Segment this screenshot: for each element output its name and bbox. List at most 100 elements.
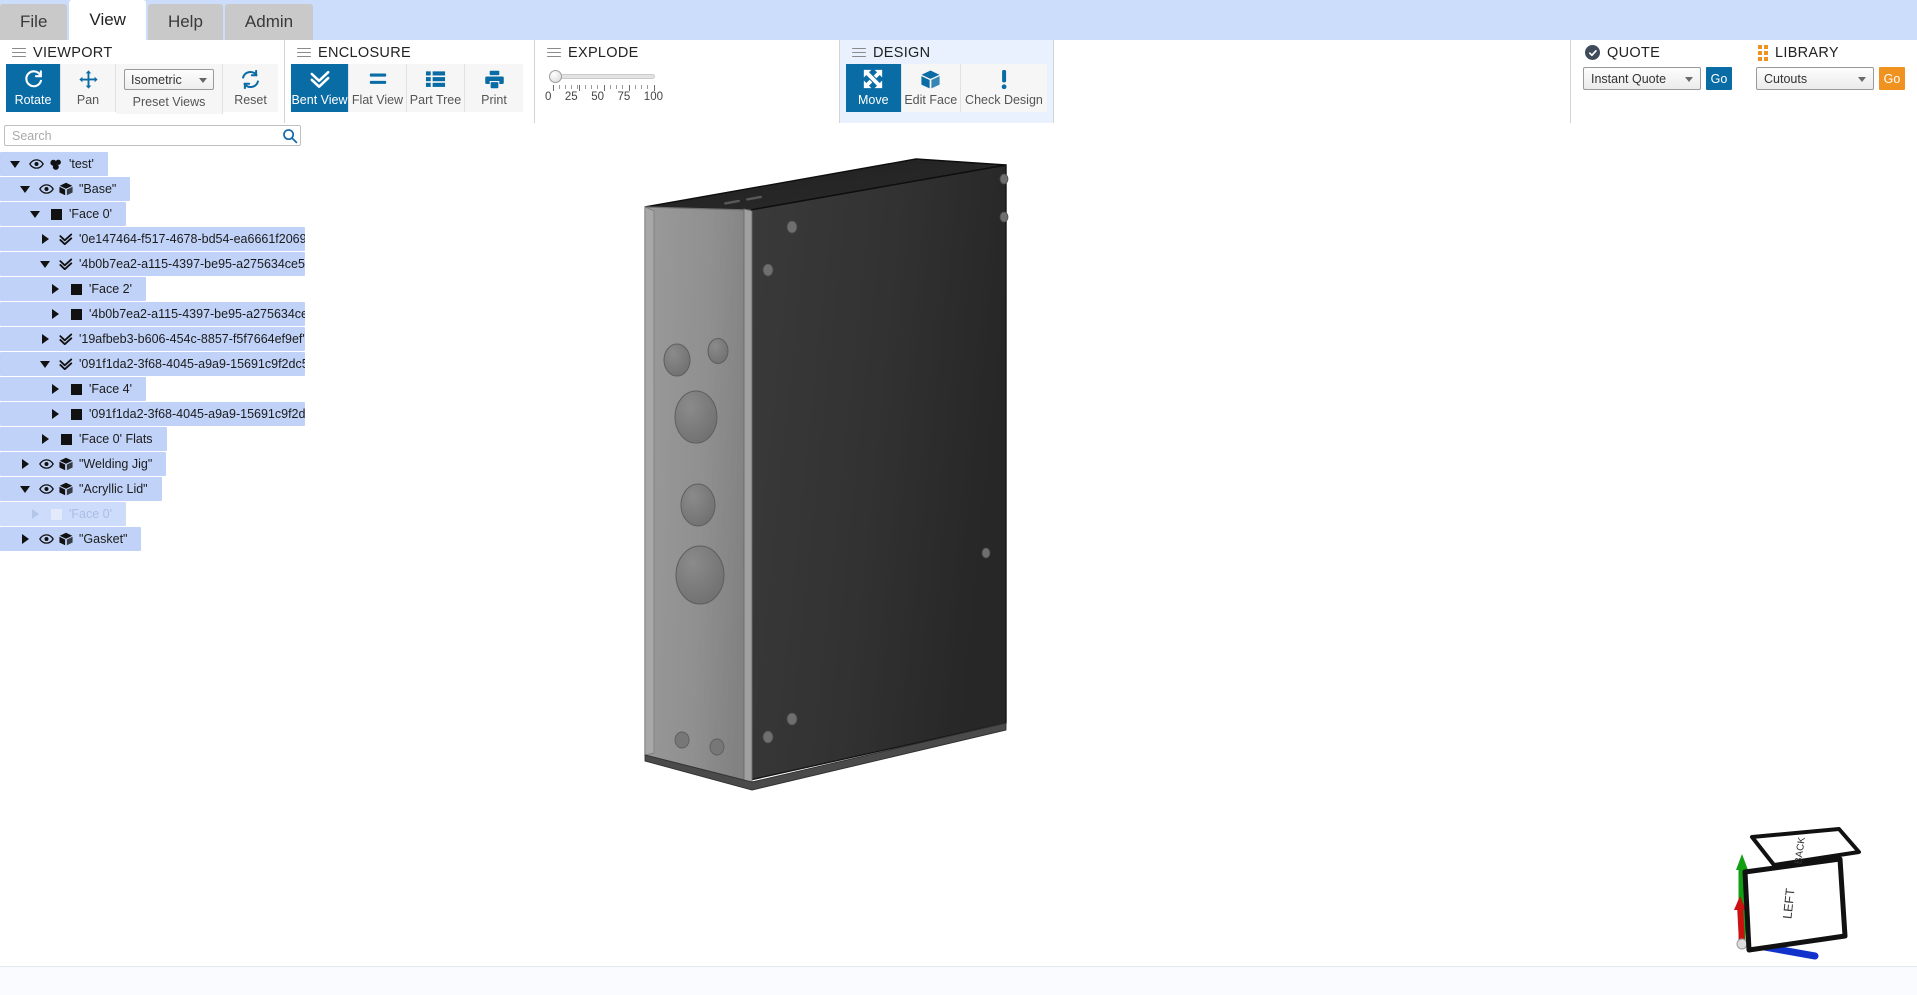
part-icon (56, 532, 76, 546)
search-icon[interactable] (280, 126, 299, 145)
library-go-button[interactable]: Go (1879, 67, 1905, 90)
flat-view-label: Flat View (352, 93, 403, 107)
tree-twisty-collapsed[interactable] (48, 402, 62, 426)
quote-type-select[interactable]: Instant Quote (1583, 67, 1701, 90)
part-tree-button[interactable]: Part Tree (407, 64, 465, 112)
menu-tab-help[interactable]: Help (148, 4, 223, 40)
tree-item-content: "Base" (36, 182, 116, 196)
tree-item[interactable]: 'Face 4' (0, 377, 146, 401)
assembly-icon (46, 158, 66, 171)
tree-item-content: 'test' (26, 157, 94, 171)
edit-face-button[interactable]: Edit Face (902, 64, 961, 112)
tree-twisty-collapsed[interactable] (38, 427, 52, 451)
face-square-icon (51, 209, 62, 220)
explode-slider-labels: 0 25 50 75 100 (545, 91, 663, 103)
view-cube[interactable]: BACK LEFT (1727, 810, 1877, 960)
eye-icon[interactable] (36, 183, 56, 195)
hamburger-icon[interactable] (547, 45, 561, 59)
hamburger-icon[interactable] (297, 45, 311, 59)
tree-item[interactable]: 'Face 2' (0, 277, 146, 301)
reset-button[interactable]: Reset (223, 64, 278, 112)
quote-go-button[interactable]: Go (1706, 67, 1732, 90)
tree-twisty-collapsed[interactable] (28, 502, 42, 526)
rotate-button[interactable]: Rotate (6, 64, 61, 112)
bent-view-button[interactable]: Bent View (291, 64, 349, 112)
tree-twisty-expanded[interactable] (38, 252, 52, 276)
tree-twisty-expanded[interactable] (28, 202, 42, 226)
grid-list-icon (425, 68, 446, 90)
explode-slider-track[interactable] (553, 74, 655, 79)
face-square-icon (66, 409, 86, 420)
tree-twisty-expanded[interactable] (8, 152, 22, 176)
y-axis-arrow (1736, 854, 1748, 870)
tree-item[interactable]: "Welding Jig" (0, 452, 166, 476)
explode-slider[interactable] (549, 68, 659, 84)
tree-twisty-collapsed[interactable] (38, 227, 52, 251)
preset-views-value: Isometric (125, 73, 182, 87)
tree-twisty-expanded[interactable] (18, 177, 32, 201)
chevron-right-icon (52, 284, 59, 294)
chevron-down-icon (40, 261, 50, 268)
tree-twisty-collapsed[interactable] (48, 377, 62, 401)
eye-icon[interactable] (36, 458, 56, 470)
tree-item-content: 'Face 0' (46, 507, 112, 521)
quote-panel-title: QUOTE (1583, 40, 1732, 64)
menu-tab-admin[interactable]: Admin (225, 4, 313, 40)
tree-item[interactable]: '19afbeb3-b606-454c-8857-f5f7664ef9ef' (0, 327, 305, 351)
menu-tab-view[interactable]: View (69, 0, 146, 40)
tree-item[interactable]: "Gasket" (0, 527, 141, 551)
eye-icon[interactable] (36, 533, 56, 545)
eye-icon[interactable] (26, 158, 46, 170)
hamburger-icon[interactable] (12, 45, 26, 59)
tree-item[interactable]: 'test' (0, 152, 108, 176)
face-square-icon (71, 284, 82, 295)
tree-item-label: '19afbeb3-b606-454c-8857-f5f7664ef9ef' (76, 332, 305, 346)
chevron-down-icon (199, 78, 207, 83)
part-tree[interactable]: 'test'"Base"'Face 0''0e147464-f517-4678-… (0, 150, 305, 551)
preset-views-select[interactable]: Isometric (124, 69, 214, 90)
menu-tab-file[interactable]: File (0, 4, 67, 40)
tree-item[interactable]: 'Face 0' (0, 202, 126, 226)
cutout-hole (664, 344, 690, 376)
tree-twisty-collapsed[interactable] (38, 327, 52, 351)
tree-item-label: 'Face 0' Flats (76, 432, 153, 446)
check-circle-icon (1585, 45, 1600, 60)
tree-item[interactable]: '091f1da2-3f68-4045-a9a9-15691c9f2dc5' F… (0, 402, 305, 426)
tree-twisty-collapsed[interactable] (48, 277, 62, 301)
tree-item[interactable]: '4b0b7ea2-a115-4397-be95-a275634ce52b' F… (0, 302, 305, 326)
screw-hole (982, 548, 990, 558)
check-design-button[interactable]: Check Design (961, 64, 1047, 112)
library-grid-icon (1758, 45, 1768, 61)
tree-twisty-expanded[interactable] (38, 352, 52, 376)
eye-icon[interactable] (36, 483, 56, 495)
tree-twisty-collapsed[interactable] (48, 302, 62, 326)
tree-item[interactable]: 'Face 0' (0, 502, 126, 526)
hamburger-icon[interactable] (852, 45, 866, 59)
library-panel-title: LIBRARY (1756, 40, 1905, 64)
tree-item-content: '19afbeb3-b606-454c-8857-f5f7664ef9ef' (56, 332, 305, 346)
tree-item[interactable]: "Acryllic Lid" (0, 477, 162, 501)
search-input[interactable] (4, 125, 301, 146)
tree-twisty-collapsed[interactable] (18, 527, 32, 551)
face-square-icon (66, 384, 86, 395)
sheet-metal-enclosure-model[interactable] (640, 155, 1100, 925)
tree-item[interactable]: "Base" (0, 177, 130, 201)
tree-twisty-expanded[interactable] (18, 477, 32, 501)
app-root: File View Help Admin VIEWPORT (0, 0, 1917, 995)
ribbon-group-enclosure: ENCLOSURE Bent View (285, 40, 535, 123)
explode-slider-thumb[interactable] (549, 70, 562, 83)
library-category-select[interactable]: Cutouts (1756, 67, 1874, 90)
tree-item[interactable]: '0e147464-f517-4678-bd54-ea6661f20698' (0, 227, 305, 251)
tree-twisty-collapsed[interactable] (18, 452, 32, 476)
print-button[interactable]: Print (465, 64, 523, 112)
face-square-icon (66, 284, 86, 295)
tree-item[interactable]: 'Face 0' Flats (0, 427, 167, 451)
flat-view-button[interactable]: Flat View (349, 64, 407, 112)
ribbon-group-design: DESIGN Move (840, 40, 1054, 123)
chevron-right-icon (52, 409, 59, 419)
tree-item[interactable]: '4b0b7ea2-a115-4397-be95-a275634ce52b' (0, 252, 305, 276)
part-icon (56, 182, 76, 196)
move-button[interactable]: Move (846, 64, 902, 112)
pan-button[interactable]: Pan (61, 64, 116, 112)
tree-item[interactable]: '091f1da2-3f68-4045-a9a9-15691c9f2dc5' (0, 352, 305, 376)
